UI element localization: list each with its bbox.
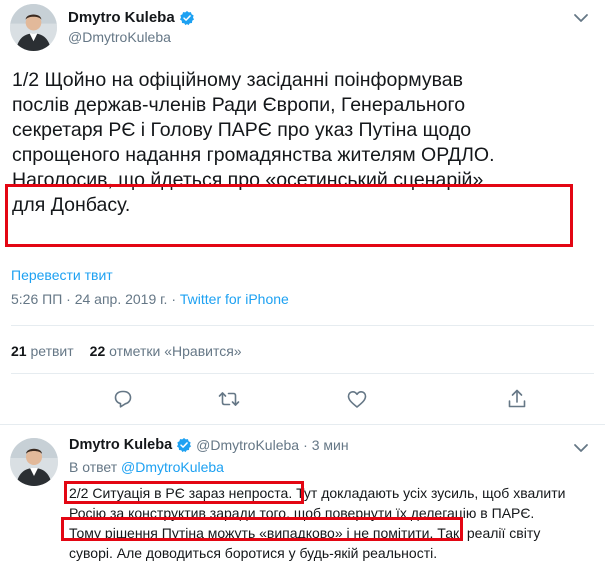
avatar[interactable] <box>10 438 58 486</box>
share-icon[interactable] <box>505 387 529 411</box>
verified-badge-icon <box>177 438 192 453</box>
in-reply-label: В ответ <box>69 459 118 475</box>
tweet-stats: 21 ретвит 22 отметки «Нравится» <box>11 343 242 359</box>
reply-icon[interactable] <box>111 387 135 411</box>
meta-separator: · <box>171 291 176 307</box>
likes-label: отметки «Нравится» <box>109 343 242 359</box>
timestamp[interactable]: 3 мин <box>312 437 349 453</box>
translate-link[interactable]: Перевести твит <box>11 267 113 283</box>
timestamp[interactable]: 5:26 ПП · 24 апр. 2019 г. <box>11 291 167 307</box>
tweet-source-link[interactable]: Twitter for iPhone <box>180 291 289 307</box>
heart-icon[interactable] <box>345 387 369 411</box>
avatar[interactable] <box>10 4 57 51</box>
author-handle[interactable]: @DmytroKuleba <box>68 29 171 45</box>
tweet-text-line: спрощеного надання громадянства жителям … <box>12 144 495 166</box>
highlight-box <box>64 481 304 504</box>
retweets-label: ретвит <box>30 343 74 359</box>
chevron-down-icon[interactable] <box>573 12 589 24</box>
retweet-icon[interactable] <box>217 387 241 411</box>
author-name[interactable]: Dmytro Kuleba <box>69 437 172 453</box>
tweet-text-line: суворі. Але доводиться боротися у будь-я… <box>69 545 438 561</box>
tweet-meta: 5:26 ПП · 24 апр. 2019 г. · Twitter for … <box>11 291 289 307</box>
highlight-box <box>61 517 463 541</box>
highlight-box <box>5 184 573 247</box>
divider <box>11 373 594 374</box>
tweet-text-line: 1/2 Щойно на офіційному засіданні поінфо… <box>12 69 463 91</box>
tweet-text-line: секретаря РЄ і Голову ПАРЄ про указ Путі… <box>12 119 472 141</box>
author-handle[interactable]: @DmytroKuleba <box>196 437 299 453</box>
likes-stat[interactable]: 22 отметки «Нравится» <box>90 343 242 359</box>
chevron-down-icon[interactable] <box>573 442 589 454</box>
reply-tweet[interactable]: Dmytro Kuleba @DmytroKuleba · 3 мин В от… <box>0 426 605 571</box>
main-tweet: Dmytro Kuleba @DmytroKuleba 1/2 Щойно на… <box>0 0 605 425</box>
tweet-text-segment: Тут докладають усіх зусиль, щоб хвалити <box>292 485 566 501</box>
retweets-stat[interactable]: 21 ретвит <box>11 343 74 359</box>
mention-link[interactable]: @DmytroKuleba <box>121 459 224 475</box>
divider <box>11 325 594 326</box>
likes-count: 22 <box>89 343 106 359</box>
tweet-actions <box>0 385 605 415</box>
in-reply-to: В ответ @DmytroKuleba <box>69 459 224 475</box>
meta-separator: · <box>303 437 308 453</box>
verified-badge-icon <box>179 10 194 25</box>
retweets-count: 21 <box>11 343 27 359</box>
tweet-text-line: послів держав-членів Ради Європи, Генера… <box>12 94 466 116</box>
author-name[interactable]: Dmytro Kuleba <box>68 9 175 26</box>
